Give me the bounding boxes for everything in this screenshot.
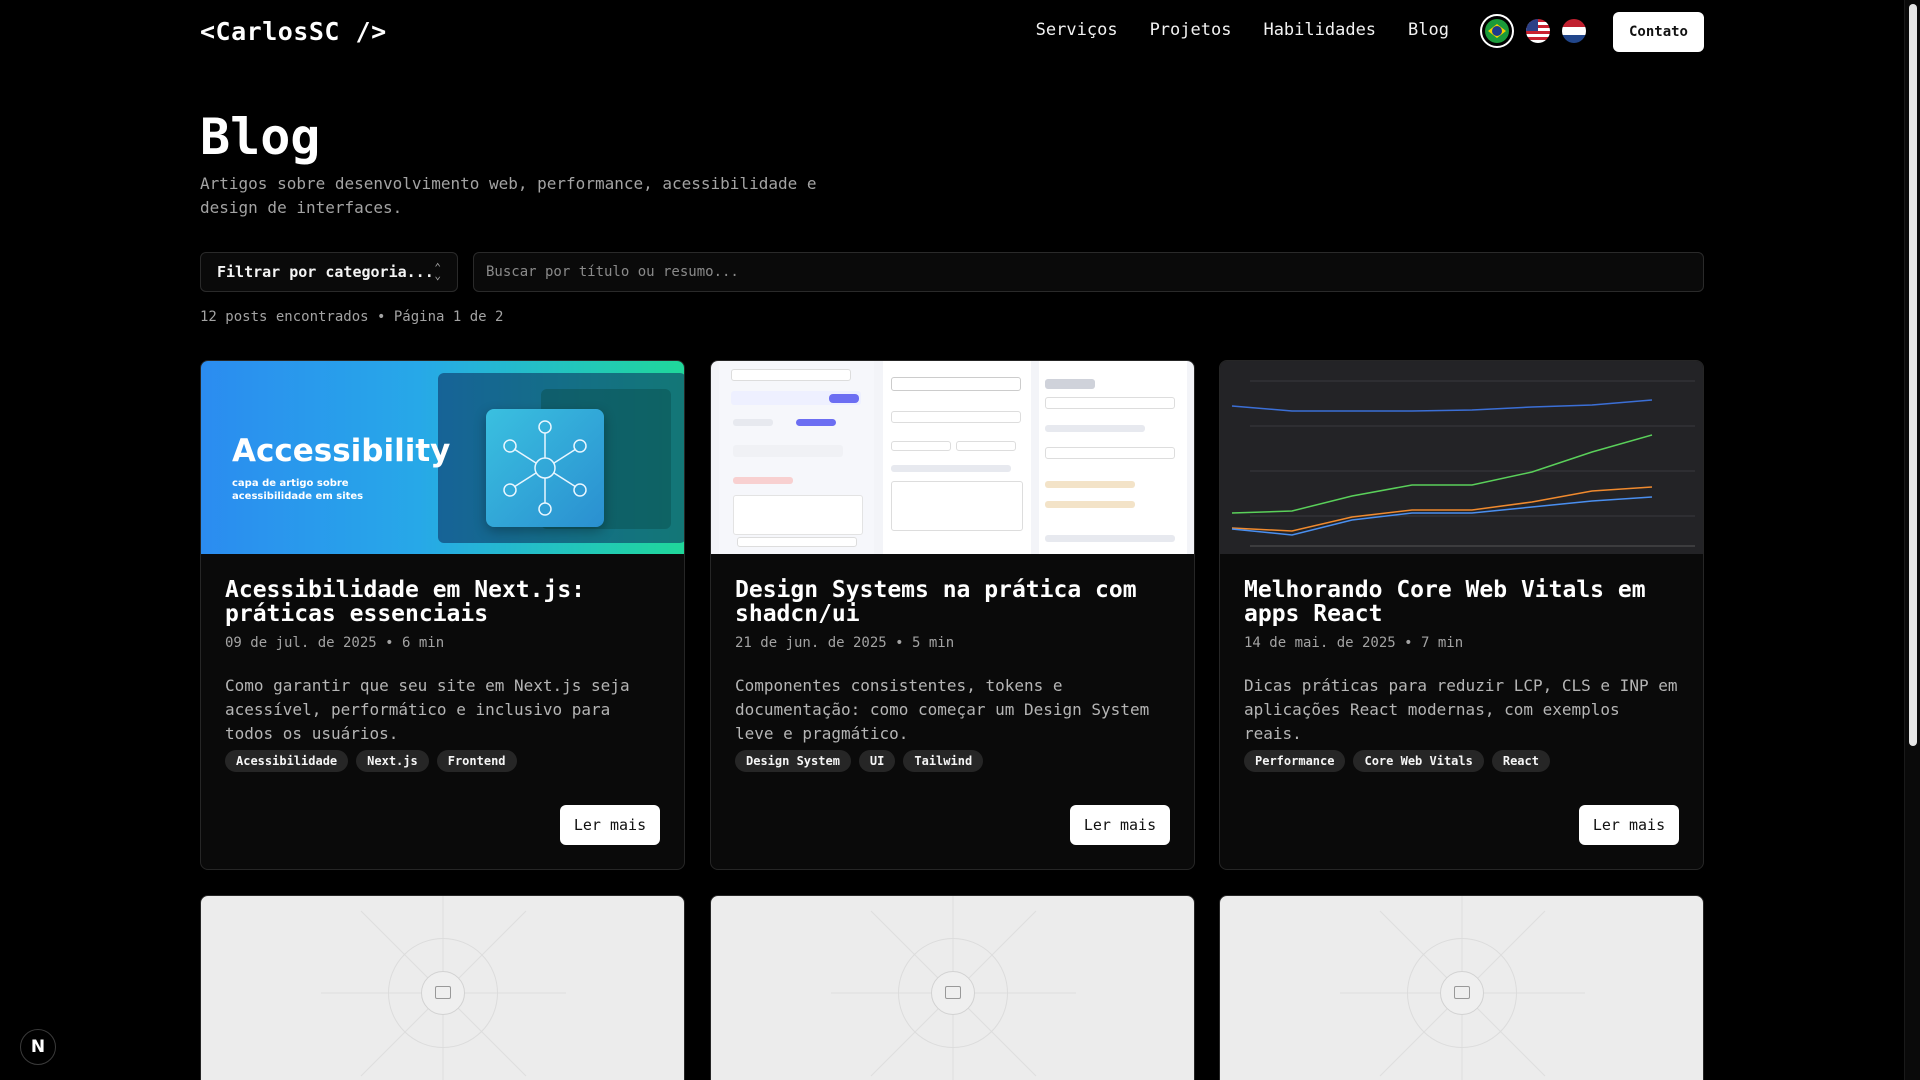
post-cover-image[interactable]: Accessibility capa de artigo sobre acess… (201, 361, 684, 554)
category-filter-label: Filtrar por categoria... (217, 263, 434, 281)
tag: Next.js (356, 750, 429, 772)
page-title: Blog (200, 108, 321, 166)
nav-link-projetos[interactable]: Projetos (1150, 20, 1232, 40)
post-title[interactable]: Acessibilidade em Next.js: práticas esse… (225, 578, 660, 626)
post-tags: Acessibilidade Next.js Frontend (225, 750, 660, 772)
line-chart-illustration (1231, 380, 1695, 547)
nav-link-blog[interactable]: Blog (1408, 20, 1449, 40)
post-meta: 14 de mai. de 2025 • 7 min (1244, 635, 1464, 651)
search-input[interactable] (473, 252, 1704, 292)
chevron-up-down-icon: ⌃ ⌄ (434, 261, 441, 282)
post-excerpt: Dicas práticas para reduzir LCP, CLS e I… (1244, 676, 1678, 743)
post-card-placeholder[interactable] (1219, 895, 1704, 1080)
site-header: <CarlosSC /> Serviços Projetos Habilidad… (200, 12, 1704, 52)
tag: Performance (1244, 750, 1346, 772)
cover-subtitle: capa de artigo sobre acessibilidade em s… (232, 478, 364, 502)
tag: React (1491, 750, 1550, 772)
nav-link-habilidades[interactable]: Habilidades (1263, 20, 1376, 40)
tag: Core Web Vitals (1353, 750, 1484, 772)
cover-title: Accessibility (232, 433, 451, 469)
post-excerpt: Como garantir que seu site em Next.js se… (225, 676, 630, 743)
nextjs-dev-badge[interactable]: N (20, 1029, 56, 1065)
image-icon (435, 986, 451, 999)
post-tags: Performance Core Web Vitals React (1244, 750, 1679, 772)
usa-flag-icon[interactable] (1526, 19, 1550, 43)
post-card: Design Systems na prática com shadcn/ui … (710, 360, 1195, 870)
page: <CarlosSC /> Serviços Projetos Habilidad… (0, 0, 1904, 1080)
post-title[interactable]: Melhorando Core Web Vitals em apps React (1244, 578, 1679, 626)
language-switcher (1480, 14, 1586, 48)
post-cover-image[interactable] (711, 361, 1194, 554)
tag: UI (858, 750, 896, 772)
tag: Tailwind (903, 750, 984, 772)
post-title[interactable]: Design Systems na prática com shadcn/ui (735, 578, 1170, 626)
tag: Acessibilidade (225, 750, 349, 772)
post-card: Melhorando Core Web Vitals em apps React… (1219, 360, 1704, 870)
category-filter-select[interactable]: Filtrar por categoria... ⌃ ⌄ (200, 252, 458, 292)
netherlands-flag-icon[interactable] (1562, 19, 1586, 43)
post-card-placeholder[interactable] (710, 895, 1195, 1080)
main-nav: Serviços Projetos Habilidades Blog (1036, 20, 1449, 40)
accessibility-icon (486, 409, 604, 527)
image-icon (1454, 986, 1470, 999)
read-more-button[interactable]: Ler mais (1579, 805, 1679, 845)
post-cover-image[interactable] (1220, 361, 1703, 554)
tag: Design System (735, 750, 851, 772)
site-logo[interactable]: <CarlosSC /> (200, 17, 387, 46)
result-count: 12 posts encontrados • Página 1 de 2 (200, 309, 504, 325)
post-card-placeholder[interactable] (200, 895, 685, 1080)
read-more-button[interactable]: Ler mais (1070, 805, 1170, 845)
post-excerpt: Componentes consistentes, tokens e docum… (735, 676, 1150, 743)
page-subtitle: Artigos sobre desenvolvimento web, perfo… (200, 174, 817, 217)
brazil-flag-icon[interactable] (1480, 14, 1514, 48)
post-tags: Design System UI Tailwind (735, 750, 1170, 772)
scrollbar-thumb[interactable] (1909, 4, 1917, 746)
tag: Frontend (436, 750, 517, 772)
nav-link-servicos[interactable]: Serviços (1036, 20, 1118, 40)
contact-button[interactable]: Contato (1613, 12, 1704, 52)
page-scrollbar[interactable] (1904, 0, 1920, 1080)
post-meta: 09 de jul. de 2025 • 6 min (225, 635, 445, 651)
read-more-button[interactable]: Ler mais (560, 805, 660, 845)
image-icon (945, 986, 961, 999)
post-card: Accessibility capa de artigo sobre acess… (200, 360, 685, 870)
post-meta: 21 de jun. de 2025 • 5 min (735, 635, 955, 651)
